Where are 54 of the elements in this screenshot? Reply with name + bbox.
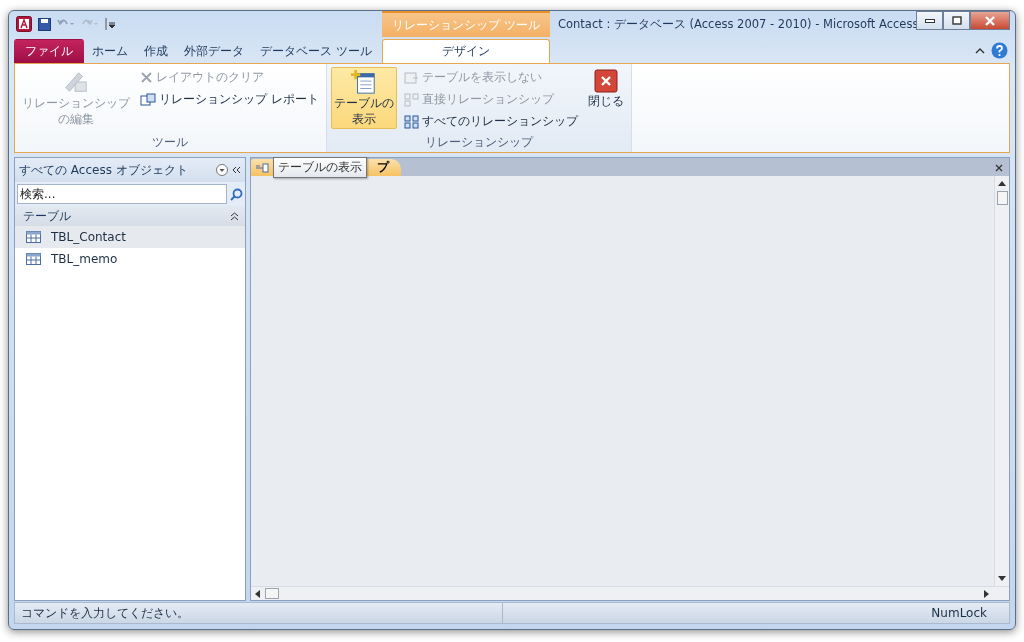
minimize-button[interactable] (916, 11, 943, 30)
minimize-icon (924, 18, 935, 23)
table-icon (26, 231, 41, 243)
close-icon (984, 15, 996, 26)
relationships-icon (403, 114, 419, 129)
group-label: ツール (151, 134, 190, 151)
scroll-down-icon[interactable] (998, 575, 1006, 582)
ribbon-tab[interactable]: ホーム (84, 39, 136, 63)
close-button[interactable] (970, 11, 1010, 30)
scroll-right-icon[interactable] (983, 589, 990, 598)
add-table-icon (349, 69, 378, 95)
save-icon[interactable] (38, 17, 51, 31)
maximize-icon (951, 16, 962, 25)
collapse-pane-icon[interactable] (232, 166, 241, 174)
x-icon (140, 71, 153, 84)
numlock-indicator: NumLock (931, 606, 987, 620)
customize-toolbar-icon[interactable] (105, 18, 115, 30)
app-logo-icon (16, 16, 32, 32)
ribbon-tab[interactable]: 外部データ (176, 39, 252, 63)
search-icon[interactable] (230, 187, 243, 201)
maximize-button[interactable] (943, 11, 970, 30)
table-item[interactable]: TBL_Contact (15, 226, 245, 248)
ribbon-tab[interactable]: 作成 (136, 39, 176, 63)
scroll-thumb[interactable] (265, 588, 279, 599)
status-message: コマンドを入力してください。 (21, 604, 189, 622)
vertical-scrollbar[interactable] (994, 176, 1009, 586)
collapse-icon[interactable] (230, 211, 239, 221)
relationships-icon (255, 162, 269, 173)
group-label: リレーションシップ (423, 134, 535, 151)
scroll-left-icon[interactable] (254, 589, 261, 598)
ribbon-button[interactable]: テーブルの 表示 (330, 67, 397, 129)
ribbon-tab[interactable]: デザイン (382, 39, 550, 63)
ribbon-button[interactable]: 閉じる (584, 67, 627, 111)
help-icon[interactable] (991, 42, 1008, 59)
ribbon-button[interactable]: リレーションシップ レポート (137, 89, 322, 110)
scroll-thumb[interactable] (996, 191, 1008, 205)
report-icon (140, 92, 156, 107)
group-header[interactable]: テーブル (15, 206, 245, 226)
tooltip: テーブルの表示 (273, 157, 367, 178)
close-icon[interactable] (995, 164, 1003, 172)
relationship-icon (403, 92, 419, 107)
ribbon-tab[interactable]: データベース ツール (252, 39, 380, 63)
horizontal-scrollbar[interactable] (251, 586, 1009, 600)
pencil-table-icon (62, 69, 90, 95)
ribbon-button[interactable]: すべてのリレーションシップ (400, 111, 581, 132)
dropdown-icon[interactable] (216, 164, 228, 176)
table-icon (26, 253, 41, 265)
minimize-ribbon-icon[interactable] (975, 46, 985, 55)
search-field[interactable]: 検索... (17, 184, 227, 204)
contextual-tab-group: リレーションシップ ツール (382, 11, 550, 37)
scroll-up-icon[interactable] (998, 180, 1006, 187)
close-icon (593, 69, 618, 93)
table-icon (403, 70, 419, 85)
ribbon-tab[interactable]: ファイル (14, 39, 84, 63)
